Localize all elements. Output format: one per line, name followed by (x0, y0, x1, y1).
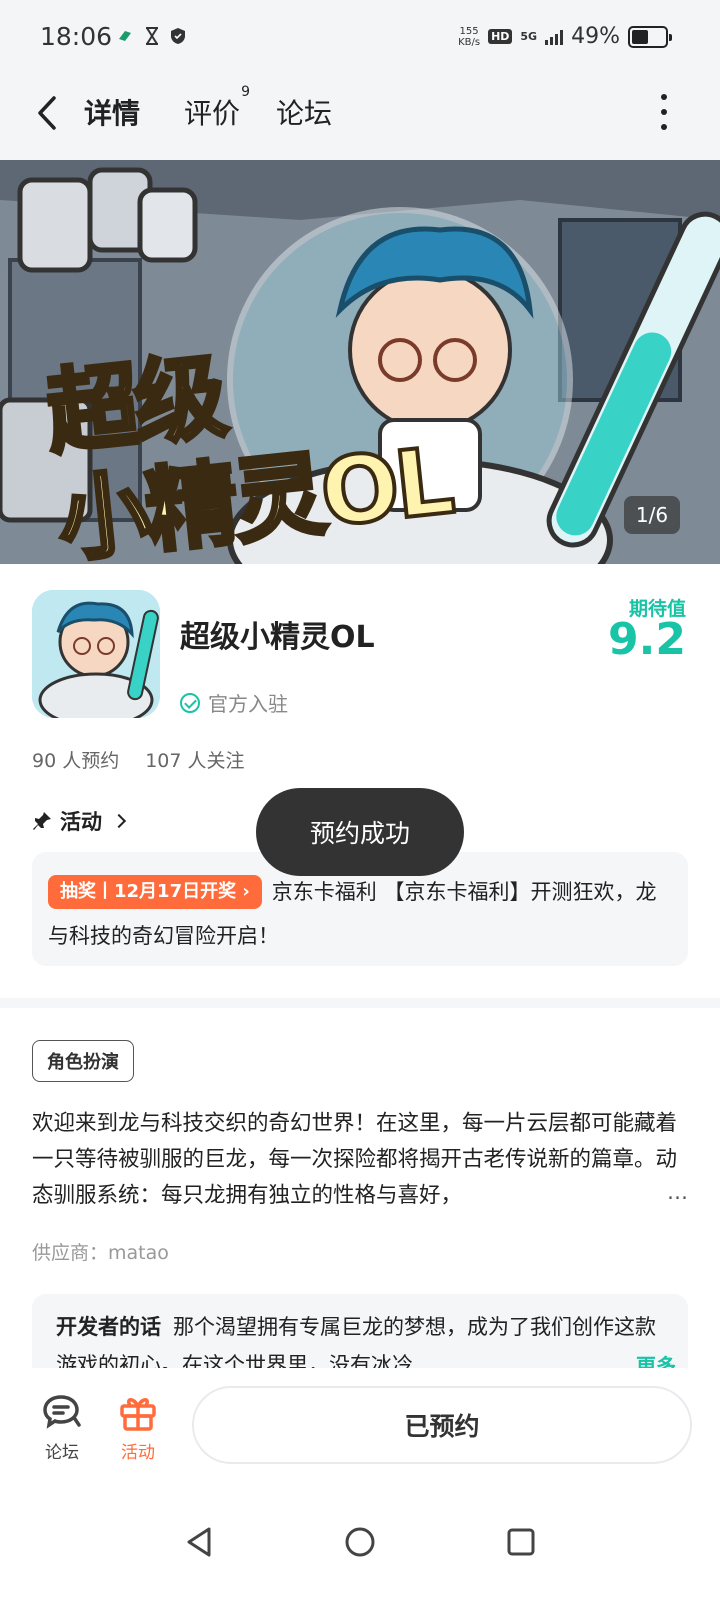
gift-icon (120, 1398, 156, 1431)
status-bar: 18:06 155 KB/s HD 5G 49% (0, 0, 720, 78)
developer-notes[interactable]: 开发者的话 那个渴望拥有专属巨龙的梦想，成为了我们创作这款游戏的初心。在这个世界里… (32, 1294, 688, 1368)
bottom-forum-label: 论坛 (45, 1443, 79, 1463)
bottom-activity-label: 活动 (121, 1443, 155, 1463)
lottery-tag-label: 抽奖丨12月17日开奖 (60, 881, 237, 902)
bottom-activity-button[interactable]: 活动 (108, 1390, 168, 1463)
app-notification-icon (119, 31, 131, 41)
nav-back-icon[interactable] (184, 1526, 214, 1558)
speed-unit: KB/s (458, 36, 481, 48)
description-ellipsis: … (663, 1180, 688, 1204)
shield-icon (171, 28, 185, 44)
official-badge: 官方入驻 (180, 688, 288, 717)
status-time: 18:06 (40, 22, 113, 51)
banner-game-logo: 超级 小精灵OL (40, 320, 457, 564)
app-stats: 90 人预约 107 人关注 (32, 746, 245, 773)
hd-icon: HD (488, 29, 513, 44)
banner-carousel[interactable]: 超级 小精灵OL 1/6 (0, 160, 720, 564)
genre-tag[interactable]: 角色扮演 (32, 1040, 134, 1082)
nav-recents-icon[interactable] (506, 1526, 536, 1558)
verified-icon (180, 692, 200, 713)
lottery-tag[interactable]: 抽奖丨12月17日开奖 › (48, 875, 262, 909)
forum-icon (43, 1395, 81, 1429)
toast-message: 预约成功 (256, 788, 464, 876)
reservation-count: 90 人预约 (32, 750, 120, 772)
status-right-group: 155 KB/s HD 5G 49% (458, 24, 672, 49)
status-notification-icons (116, 26, 186, 46)
developer-notes-title: 开发者的话 (56, 1315, 161, 1339)
bottom-forum-button[interactable]: 论坛 (32, 1390, 92, 1463)
more-options-icon[interactable] (656, 94, 672, 130)
reserved-button[interactable]: 已预约 (192, 1386, 692, 1464)
back-icon[interactable] (30, 92, 66, 134)
battery-icon (628, 25, 672, 48)
battery-percent: 49% (571, 24, 620, 49)
tab-details[interactable]: 详情 (80, 92, 145, 134)
signal-icon (545, 29, 564, 45)
activity-section-header[interactable]: 活动 (32, 806, 127, 836)
tab-forum-label: 论坛 (276, 97, 333, 130)
supplier-info: 供应商：matao (32, 1242, 169, 1264)
activity-title: 活动 (60, 810, 102, 834)
pin-icon (33, 812, 51, 830)
game-description: 欢迎来到龙与科技交织的奇幻世界！在这里，每一片云层都可能藏着一只等待被驯服的巨龙… (32, 1111, 678, 1208)
network-type: 5G (520, 30, 538, 43)
network-speed: 155 KB/s (458, 26, 480, 48)
app-name: 超级小精灵OL (180, 620, 375, 655)
nav-home-icon[interactable] (344, 1526, 376, 1558)
battery-fill (632, 29, 648, 44)
hourglass-icon (146, 27, 158, 45)
speed-value: 155 (459, 25, 479, 37)
system-navigation-bar (0, 1476, 720, 1600)
follower-count: 107 人关注 (145, 750, 245, 772)
section-divider (0, 998, 720, 1008)
bottom-action-bar: 论坛 活动 已预约 (0, 1368, 720, 1476)
tab-forum[interactable]: 论坛 (276, 92, 332, 132)
tab-reviews-label: 评价 (184, 97, 241, 130)
tab-details-label: 详情 (84, 97, 141, 130)
expectation-score: 9.2 (608, 614, 686, 665)
chevron-right-icon (111, 813, 127, 829)
tab-reviews[interactable]: 评价 9 (184, 84, 250, 132)
banner-page-indicator: 1/6 (624, 496, 680, 534)
review-count-badge: 9 (241, 84, 251, 100)
top-nav: 详情 评价 9 论坛 (0, 78, 720, 160)
official-label: 官方入驻 (208, 692, 288, 716)
app-icon (32, 590, 160, 718)
